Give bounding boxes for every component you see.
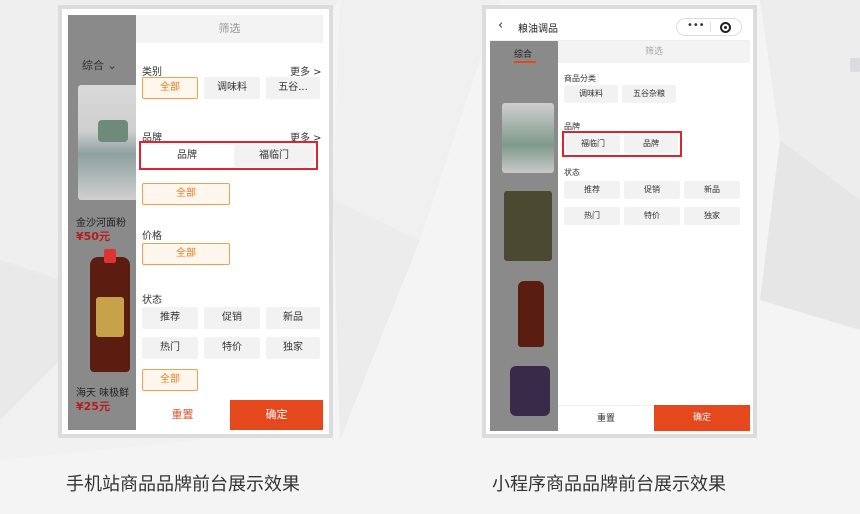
mini-program-frame: ‹ 粮油调品 ••• 综合 筛选 商品分类 调味料 五谷杂粮 品牌 福临门 品牌 xyxy=(482,5,757,438)
product-image-flour[interactable] xyxy=(502,103,554,173)
brand-highlight-box xyxy=(562,131,682,157)
chip-status-new[interactable]: 新品 xyxy=(266,307,320,329)
product-name[interactable]: 金沙河面粉 xyxy=(76,214,126,229)
product-image-soy-sauce[interactable] xyxy=(90,249,130,372)
filter-drawer: 筛选 商品分类 调味料 五谷杂粮 品牌 福临门 品牌 状态 推荐 促销 新品 热… xyxy=(558,41,750,431)
chip-category-seasoning[interactable]: 调味料 xyxy=(564,85,618,103)
sort-tab-comprehensive[interactable]: 综合 xyxy=(514,47,532,60)
reset-button[interactable]: 重置 xyxy=(136,400,229,430)
nav-bar: ‹ 粮油调品 ••• xyxy=(490,13,750,41)
chip-status-exclusive[interactable]: 独家 xyxy=(684,207,740,225)
chip-status-promo[interactable]: 促销 xyxy=(204,307,260,329)
chip-brand-all[interactable]: 全部 xyxy=(142,183,230,205)
chip-category-grains[interactable]: 五谷杂粮 xyxy=(622,85,676,103)
brand-highlight-box xyxy=(139,141,318,170)
section-label-status: 状态 xyxy=(142,295,162,306)
product-price: ¥50元 xyxy=(76,230,110,243)
mobile-site-screen: 综合 ⌄ 金沙河面粉 ¥50元 海天 味极鲜 ¥25元 筛选 类别 更多 > 全… xyxy=(68,15,323,430)
chip-status-special[interactable]: 特价 xyxy=(624,207,680,225)
chip-category-grains[interactable]: 五谷... xyxy=(266,77,320,99)
chip-status-new[interactable]: 新品 xyxy=(684,181,740,199)
mini-program-screen: ‹ 粮油调品 ••• 综合 筛选 商品分类 调味料 五谷杂粮 品牌 福临门 品牌 xyxy=(490,13,750,431)
section-label-price: 价格 xyxy=(142,231,162,242)
confirm-button[interactable]: 确定 xyxy=(230,400,323,430)
section-label-category: 商品分类 xyxy=(564,74,596,83)
filter-title: 筛选 xyxy=(558,41,750,63)
chip-status-recommend[interactable]: 推荐 xyxy=(564,181,620,199)
chip-status-promo[interactable]: 促销 xyxy=(624,181,680,199)
section-label-status: 状态 xyxy=(564,168,580,177)
capsule-divider xyxy=(710,22,711,32)
section-label-category: 类别 xyxy=(142,67,162,78)
chip-status-recommend[interactable]: 推荐 xyxy=(142,307,198,329)
chip-status-all[interactable]: 全部 xyxy=(142,369,198,391)
chip-status-special[interactable]: 特价 xyxy=(204,337,260,359)
chip-category-all[interactable]: 全部 xyxy=(142,77,198,99)
nav-title: 粮油调品 xyxy=(518,24,558,35)
chip-status-exclusive[interactable]: 独家 xyxy=(266,337,320,359)
sort-tab-underline xyxy=(514,61,536,63)
confirm-button[interactable]: 确定 xyxy=(654,405,750,431)
chip-price-all[interactable]: 全部 xyxy=(142,243,230,265)
filter-drawer: 筛选 类别 更多 > 全部 调味料 五谷... 品牌 更多 > 品牌 福临门 全… xyxy=(136,15,323,430)
category-more-link[interactable]: 更多 > xyxy=(290,63,322,78)
target-icon[interactable] xyxy=(720,22,731,33)
edge-badge xyxy=(850,58,860,72)
product-list xyxy=(490,41,558,431)
product-image-jar[interactable] xyxy=(510,366,550,416)
product-image-soy-sauce[interactable] xyxy=(518,281,544,347)
chip-category-seasoning[interactable]: 调味料 xyxy=(204,77,260,99)
product-list: 综合 ⌄ 金沙河面粉 ¥50元 海天 味极鲜 ¥25元 xyxy=(68,15,138,430)
filter-title: 筛选 xyxy=(136,15,323,43)
more-dots-icon[interactable]: ••• xyxy=(687,20,705,31)
sort-tab-comprehensive[interactable]: 综合 ⌄ xyxy=(82,57,117,73)
reset-button[interactable]: 重置 xyxy=(558,405,654,431)
product-price: ¥25元 xyxy=(76,400,110,413)
product-name[interactable]: 海天 味极鲜 xyxy=(76,384,129,399)
chip-status-hot[interactable]: 热门 xyxy=(564,207,620,225)
chip-status-hot[interactable]: 热门 xyxy=(142,337,198,359)
chevron-left-icon[interactable]: ‹ xyxy=(498,18,503,33)
menu-capsule: ••• xyxy=(676,18,742,36)
product-image-flour[interactable] xyxy=(78,85,138,200)
product-image-rice[interactable] xyxy=(504,191,552,261)
chevron-down-icon: ⌄ xyxy=(107,59,117,72)
caption-mobile-site: 手机站商品品牌前台展示效果 xyxy=(66,474,300,495)
caption-mini-program: 小程序商品品牌前台展示效果 xyxy=(492,474,726,495)
mobile-site-frame: 综合 ⌄ 金沙河面粉 ¥50元 海天 味极鲜 ¥25元 筛选 类别 更多 > 全… xyxy=(58,5,333,438)
